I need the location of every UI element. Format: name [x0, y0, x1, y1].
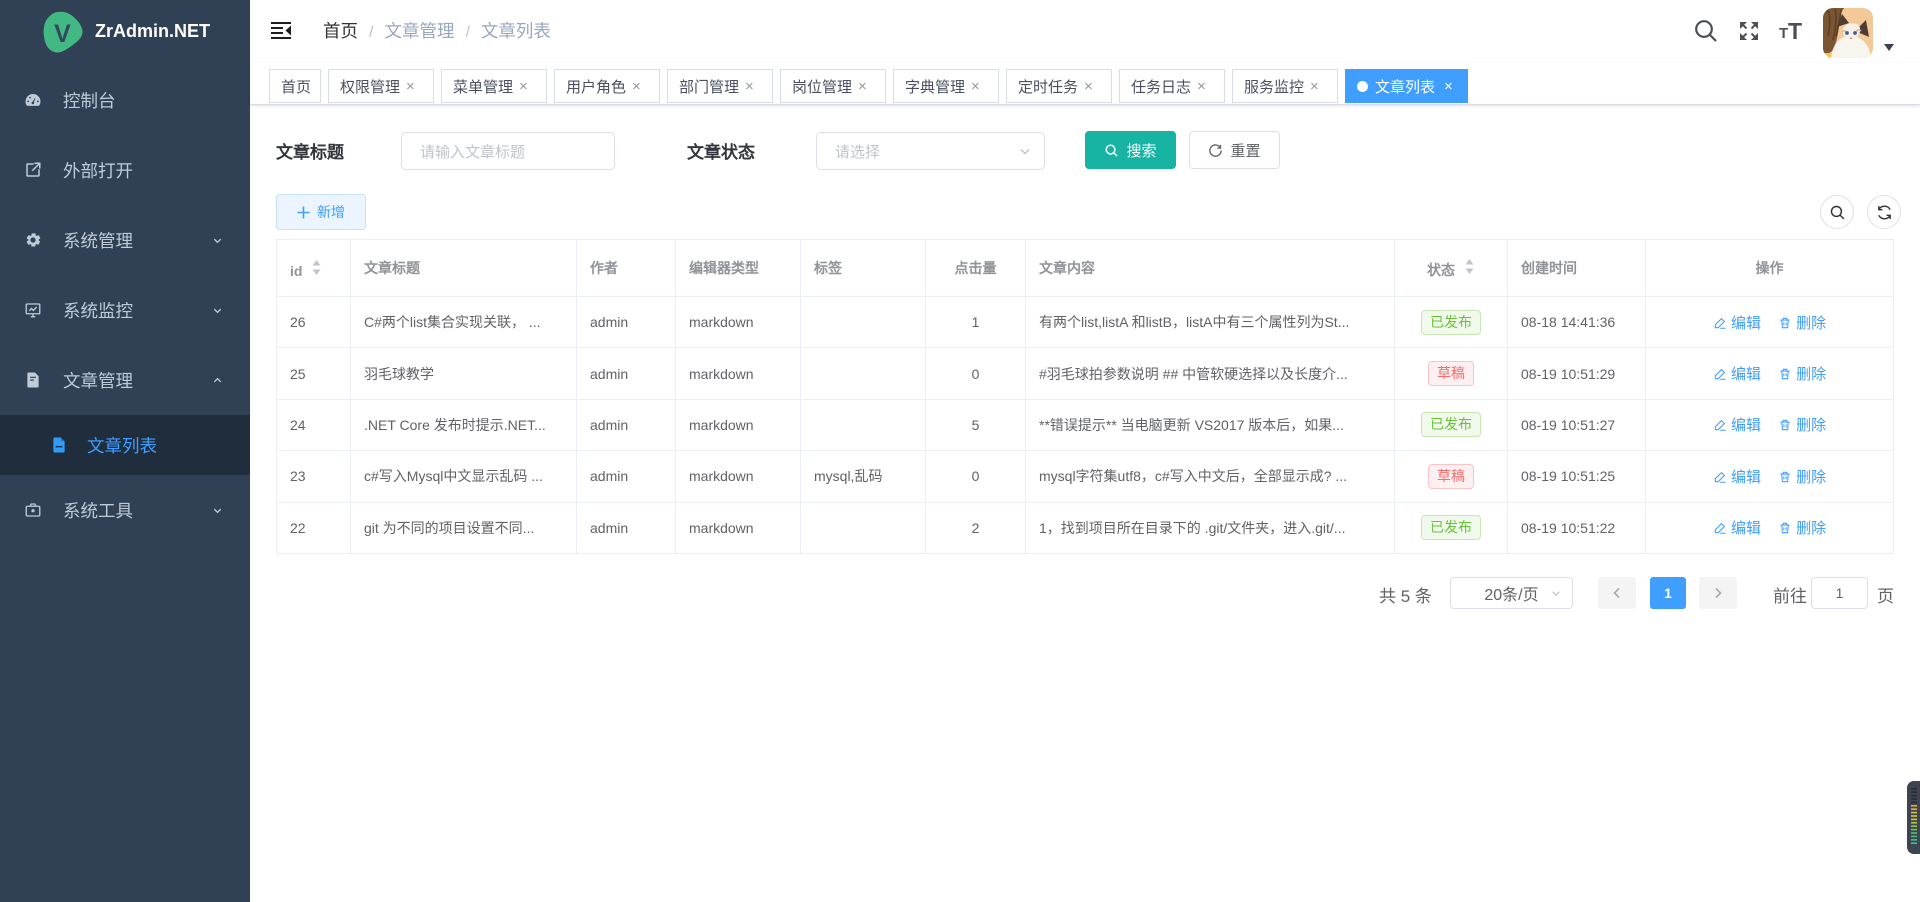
svg-text:V: V	[54, 20, 71, 48]
svg-text:T: T	[1779, 25, 1788, 42]
svg-text:T: T	[1788, 19, 1802, 43]
